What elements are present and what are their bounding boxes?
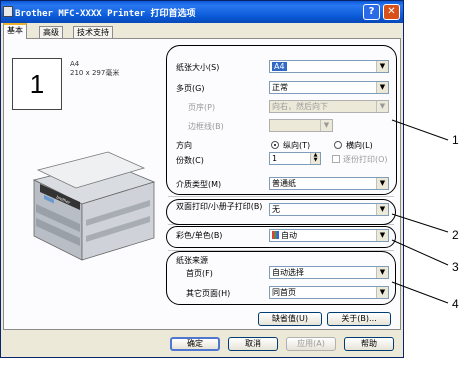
callout-leader-lines [391, 119, 449, 304]
callout-1: 1 [452, 133, 459, 147]
callout-3: 3 [452, 260, 459, 274]
tab-basic[interactable]: 基本 [3, 23, 27, 39]
callout-2: 2 [452, 228, 459, 242]
callout-4: 4 [452, 297, 459, 311]
